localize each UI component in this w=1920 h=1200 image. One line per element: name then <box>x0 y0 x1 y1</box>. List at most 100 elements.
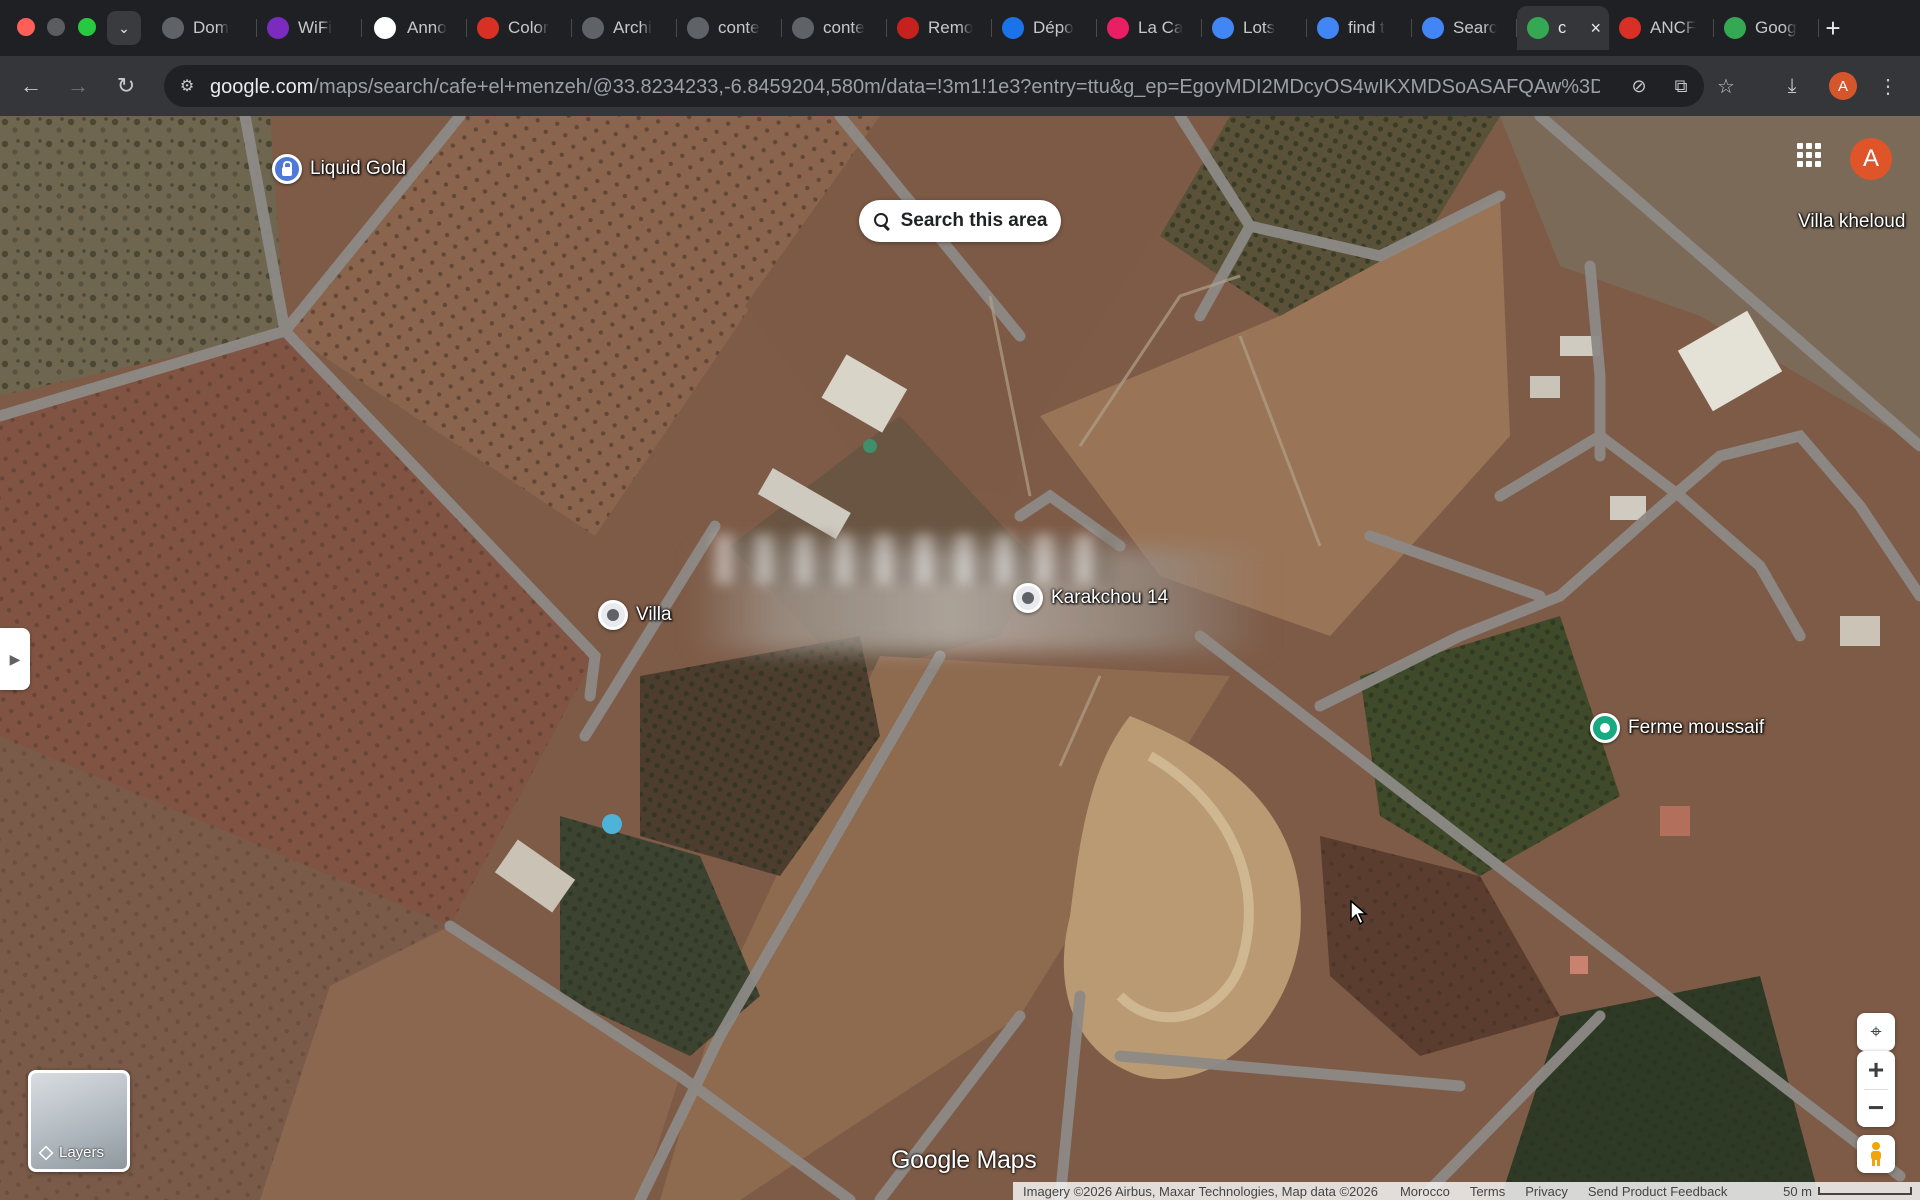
browser-tab[interactable]: c × <box>1517 6 1609 50</box>
tab-title: Remo <box>928 18 974 37</box>
place-pin-icon <box>1013 583 1043 613</box>
layers-label: Layers <box>59 1144 105 1161</box>
my-location-button[interactable]: ⌖ <box>1857 1013 1895 1051</box>
install-app-icon[interactable]: ⧉ <box>1666 71 1696 101</box>
zoom-window-button[interactable] <box>78 18 96 36</box>
tab-title: Lots <box>1243 18 1276 37</box>
browser-tab[interactable]: Archi <box>572 6 677 50</box>
scale-line <box>1818 1187 1912 1195</box>
reload-icon[interactable]: ↻ <box>108 68 144 104</box>
browser-tab[interactable]: Searc <box>1412 6 1517 50</box>
archi-icon <box>582 17 604 39</box>
map-footer: Imagery ©2026 Airbus, Maxar Technologies… <box>1013 1182 1920 1200</box>
place-label: Ferme moussaif <box>1628 717 1765 738</box>
url-text[interactable]: google.com/maps/search/cafe+el+menzeh/@3… <box>210 76 1600 99</box>
google-apps-icon[interactable] <box>1794 140 1824 170</box>
back-arrow-icon[interactable]: ← <box>13 68 49 104</box>
site-settings-icon[interactable]: ⚙ <box>172 71 202 101</box>
search-icon <box>873 212 891 230</box>
browser-tab[interactable]: Anno <box>362 6 467 50</box>
browser-tab[interactable]: conte <box>782 6 887 50</box>
browser-tab[interactable]: Color <box>467 6 572 50</box>
globe-icon <box>162 17 184 39</box>
profile-avatar[interactable]: A <box>1829 72 1857 100</box>
place-label: Karakchou 14 <box>1051 587 1169 608</box>
cube-icon <box>1002 17 1024 39</box>
scale-bar[interactable]: 50 m <box>1773 1184 1912 1199</box>
satellite-map[interactable]: Search this area Liquid Gold Villa khelo… <box>0 116 1920 1200</box>
privacy-link[interactable]: Privacy <box>1525 1184 1568 1199</box>
google-icon <box>1317 17 1339 39</box>
place-ferme-moussaif[interactable]: Ferme moussaif <box>1590 713 1764 743</box>
tab-title: Archi <box>613 18 652 37</box>
tab-title: La Ca <box>1138 18 1184 37</box>
new-tab-plus-icon[interactable]: + <box>1816 11 1850 45</box>
close-tab-icon[interactable]: × <box>1590 18 1601 39</box>
place-label: Liquid Gold <box>310 158 407 179</box>
browser-tab[interactable]: Dom <box>152 6 257 50</box>
tab-title: Anno <box>407 18 447 37</box>
browser-tab[interactable]: Remo <box>887 6 992 50</box>
mouse-cursor-icon <box>1350 900 1368 926</box>
tab-list: Dom WiFi Anno Color Archi conte conte Remo Dépo L… <box>152 6 1819 50</box>
layers-button[interactable]: Layers <box>28 1070 130 1172</box>
terms-link[interactable]: Terms <box>1470 1184 1505 1199</box>
country-label: Morocco <box>1399 1183 1450 1199</box>
tab-strip: ⌄ Dom WiFi Anno Color Archi conte conte Remo Dép… <box>0 0 1920 56</box>
tab-title: conte <box>718 18 760 37</box>
shape-icon <box>1107 17 1129 39</box>
forward-arrow-icon[interactable]: → <box>60 68 96 104</box>
logo-google: Google <box>891 1146 970 1174</box>
globe-icon <box>792 17 814 39</box>
tab-title: c <box>1558 18 1567 37</box>
browser-tab[interactable]: find t <box>1307 6 1412 50</box>
tab-title: Goog <box>1755 18 1797 37</box>
bookmark-star-icon[interactable]: ☆ <box>1708 68 1744 104</box>
account-avatar[interactable]: A <box>1850 138 1892 180</box>
google-maps-logo: Google Maps <box>891 1146 1037 1175</box>
minimize-window-button[interactable] <box>47 18 65 36</box>
tab-title: Searc <box>1453 18 1498 37</box>
place-villa-kheloud[interactable]: Villa kheloud <box>1790 211 1905 233</box>
download-icon[interactable]: ⤓ <box>1774 68 1810 104</box>
browser-tab[interactable]: Lots <box>1202 6 1307 50</box>
place-label: Villa kheloud <box>1798 211 1906 232</box>
google-icon <box>1422 17 1444 39</box>
browser-tab[interactable]: Dépo <box>992 6 1097 50</box>
zoom-in-button[interactable]: + <box>1857 1051 1895 1089</box>
chevron-right-icon: ▶ <box>9 650 21 667</box>
wifi-app-icon <box>267 17 289 39</box>
menu-kebab-icon[interactable]: ⋮ <box>1870 68 1906 104</box>
pegman-button[interactable] <box>1857 1135 1895 1173</box>
expand-side-panel-button[interactable]: ▶ <box>0 628 30 690</box>
send-feedback-link[interactable]: Send Product Feedback <box>1588 1184 1727 1199</box>
tab-search-chevron-icon[interactable]: ⌄ <box>107 11 141 45</box>
tab-title: Dépo <box>1033 18 1074 37</box>
ancfcc-icon <box>1619 17 1641 39</box>
browser-tab[interactable]: ANCF <box>1609 6 1714 50</box>
search-this-area-label: Search this area <box>900 210 1048 231</box>
browser-tab[interactable]: Goog <box>1714 6 1819 50</box>
scale-label: 50 m <box>1783 1183 1812 1199</box>
browser-tab[interactable]: WiFi <box>257 6 362 50</box>
place-label: Villa <box>636 604 672 625</box>
zoom-out-button[interactable]: − <box>1857 1089 1895 1127</box>
tab-title: conte <box>823 18 865 37</box>
browser-tab[interactable]: conte <box>677 6 782 50</box>
pegman-icon <box>1871 1142 1881 1166</box>
remove-bg-icon <box>897 17 919 39</box>
close-window-button[interactable] <box>17 18 35 36</box>
place-karakchou-14[interactable]: Karakchou 14 <box>1013 583 1168 613</box>
satellite-imagery <box>0 116 1920 1200</box>
browser-tab[interactable]: La Ca <box>1097 6 1202 50</box>
place-liquid-gold[interactable]: Liquid Gold <box>272 154 406 184</box>
tab-title: ANCF <box>1650 18 1697 37</box>
search-this-area-button[interactable]: Search this area <box>859 200 1061 242</box>
logo-maps: Maps <box>976 1146 1037 1174</box>
crosshair-icon: ⌖ <box>1870 1020 1882 1043</box>
address-bar[interactable]: ⚙ google.com/maps/search/cafe+el+menzeh/… <box>164 65 1704 107</box>
color-app-icon <box>477 17 499 39</box>
tab-title: find t <box>1348 18 1385 37</box>
place-villa[interactable]: Villa <box>598 600 672 630</box>
eye-off-icon[interactable]: ⊘ <box>1624 71 1654 101</box>
